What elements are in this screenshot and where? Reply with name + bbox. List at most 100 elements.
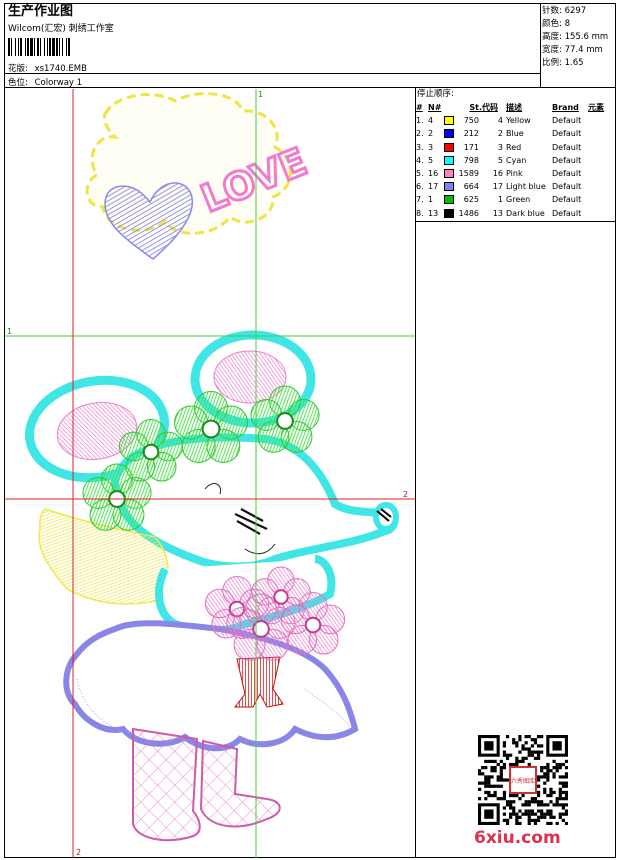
cell-code: 2	[497, 129, 503, 139]
cell-brand: Default	[552, 116, 582, 126]
cell-code: 17	[492, 182, 503, 192]
cell-code: 4	[497, 116, 503, 126]
cell-element	[588, 154, 616, 167]
company-name: Wilcom(汇宏) 刺绣工作室	[8, 24, 114, 34]
qr-module	[527, 735, 531, 739]
qr-module	[564, 790, 568, 795]
table-row: 8. 13 1486 13 Dark blue Default	[416, 207, 616, 220]
cell-element	[588, 180, 616, 193]
qr-module	[530, 738, 534, 742]
qr-module	[540, 809, 544, 813]
cell-index: 3.	[416, 142, 424, 152]
qr-module	[493, 793, 497, 798]
right-leg	[199, 739, 281, 828]
barcode-bar	[40, 38, 41, 56]
color-sequence-body: 1. 4 750 4 Yellow Default 2. 2 212 2 Blue Default 3.…	[416, 114, 616, 220]
left-leg	[132, 727, 201, 842]
qr-module	[555, 762, 559, 767]
qr-module	[530, 809, 534, 813]
color-swatch	[444, 129, 454, 139]
qr-module	[521, 756, 525, 760]
table-row: 7. 1 625 1 Green Default	[416, 193, 616, 206]
qr-module	[509, 753, 513, 757]
qr-module	[561, 762, 565, 767]
qr-module	[533, 812, 538, 816]
cell-swatch	[444, 207, 456, 220]
qr-module	[546, 793, 550, 798]
qr-module	[518, 750, 522, 754]
qr-module	[530, 753, 534, 757]
qr-module	[540, 775, 544, 779]
qr-module	[521, 759, 525, 764]
qr-module	[543, 812, 547, 816]
table-row: 5. 16 1589 16 Pink Default	[416, 167, 616, 180]
qr-module	[509, 806, 513, 810]
qr-module	[484, 778, 488, 782]
qr-module	[543, 775, 547, 779]
qr-module	[527, 800, 531, 804]
qr-finder	[484, 741, 494, 751]
qr-module	[496, 762, 500, 767]
qr-module	[530, 744, 534, 748]
qr-module	[527, 750, 531, 754]
qr-module	[505, 800, 510, 804]
cell-description: Pink	[506, 169, 523, 179]
qr-module	[540, 735, 544, 739]
qr-module	[533, 818, 538, 822]
cell-swatch	[444, 141, 456, 154]
qr-module	[490, 793, 494, 798]
stitch-count-value: 6297	[564, 6, 587, 16]
qr-module	[540, 800, 544, 804]
cell-description: Dark blue	[506, 208, 545, 218]
pattern-row: 花版: xs1740.EMB	[8, 62, 308, 74]
guide-label-v-green: 1	[258, 90, 263, 99]
color-swatch	[444, 142, 454, 152]
qr-module	[524, 735, 528, 739]
qr-module	[546, 772, 550, 776]
cell-description: Light blue	[506, 182, 546, 192]
guide-label-v-red: 2	[76, 848, 81, 857]
qr-module	[490, 766, 494, 770]
header-divider	[4, 73, 541, 74]
barcode-bar	[66, 38, 67, 56]
qr-module	[509, 815, 513, 819]
qr-module	[558, 781, 562, 785]
qr-module	[487, 790, 491, 795]
color-swatch	[444, 155, 454, 165]
design-height-label: 高度:	[542, 32, 562, 42]
qr-module	[509, 812, 513, 816]
cell-needle: 17	[428, 182, 439, 192]
color-swatch	[444, 208, 454, 218]
qr-module	[546, 812, 550, 816]
qr-module	[533, 800, 538, 804]
qr-module	[533, 738, 538, 742]
qr-module	[512, 812, 516, 816]
qr-module	[527, 821, 531, 825]
cell-stitches: 1486	[458, 208, 479, 218]
barcode-icon	[8, 38, 70, 56]
qr-module	[561, 797, 565, 801]
cell-description: Red	[506, 142, 522, 152]
qr-module	[481, 781, 485, 785]
qr-module	[564, 784, 568, 788]
qr-module	[527, 812, 531, 816]
qr-finder	[552, 741, 562, 751]
cell-code: 5	[497, 155, 503, 165]
qr-module	[499, 769, 503, 773]
barcode-bar	[52, 38, 55, 56]
qr-module	[558, 793, 562, 798]
cell-index: 4.	[416, 155, 424, 165]
qr-module	[484, 766, 488, 770]
mouse-nose	[373, 502, 399, 532]
qr-module	[561, 806, 565, 810]
qr-module	[536, 750, 541, 754]
cell-swatch	[444, 114, 456, 127]
qr-module	[478, 769, 482, 773]
qr-module	[533, 756, 538, 760]
cell-swatch	[444, 127, 456, 140]
qr-module	[555, 797, 559, 801]
design-scale: 比例: 1.65	[542, 59, 584, 68]
cell-stitches: 798	[463, 155, 479, 165]
qr-finder	[484, 809, 494, 819]
qr-module	[536, 818, 541, 822]
